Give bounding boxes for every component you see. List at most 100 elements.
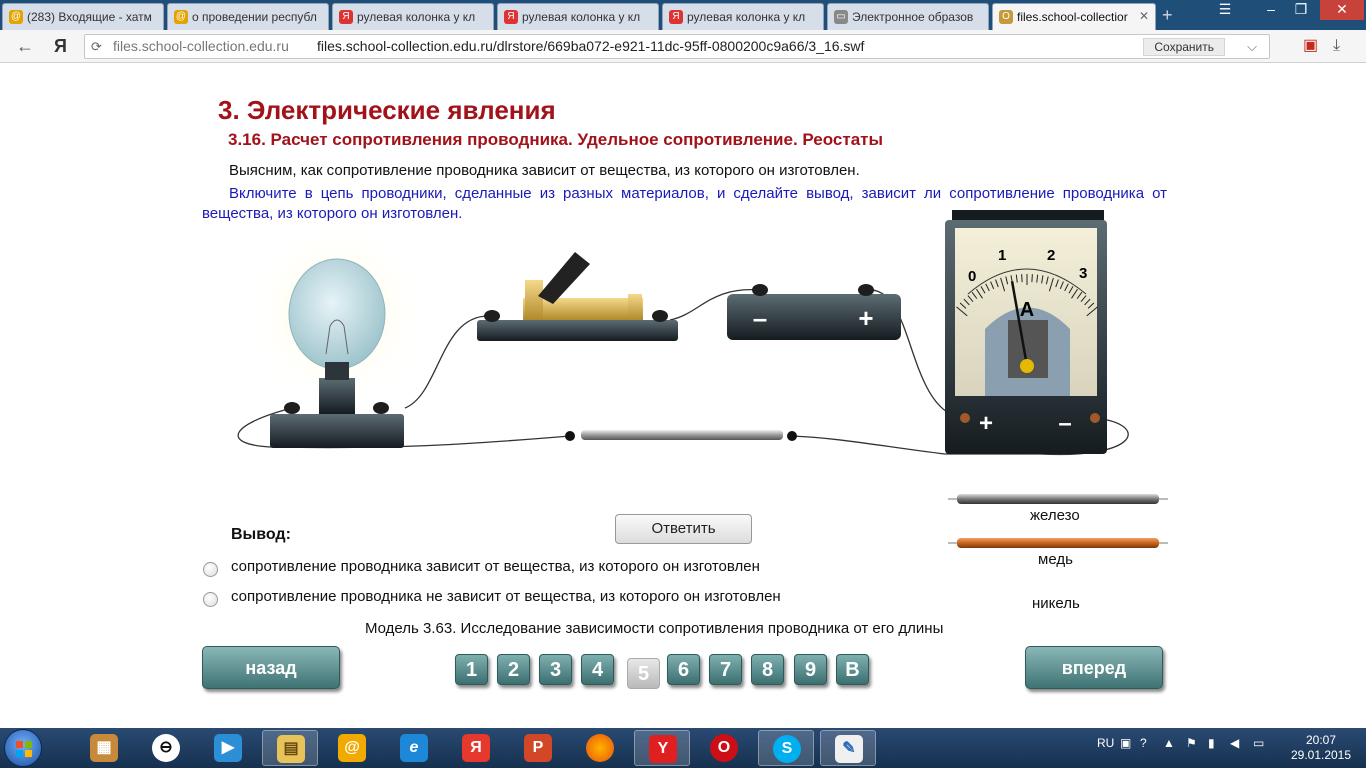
iron-rod[interactable] xyxy=(957,494,1159,504)
tab-label: Электронное образов xyxy=(852,10,974,24)
page-icon: ▭ xyxy=(834,10,848,24)
yandex-browser-icon: Y xyxy=(649,735,677,763)
chevron-down-icon[interactable]: ⌵ xyxy=(1247,35,1257,58)
arrow-left-icon[interactable]: ← xyxy=(16,36,34,56)
page-button-6[interactable]: 6 xyxy=(667,654,700,685)
back-button[interactable]: назад xyxy=(202,646,340,689)
tab-label: (283) Входящие - хатм xyxy=(27,10,152,24)
flag-icon[interactable]: ⚑ xyxy=(1186,736,1197,750)
terminal xyxy=(484,310,500,322)
volume-icon[interactable]: ◀ xyxy=(1230,736,1239,750)
copper-rod[interactable] xyxy=(957,538,1159,548)
radio-depends[interactable] xyxy=(203,562,218,577)
menu-button[interactable]: ☰ xyxy=(1210,0,1240,20)
tab-electronic[interactable]: ▭ Электронное образов xyxy=(827,3,989,30)
help-icon[interactable]: ? xyxy=(1140,736,1147,750)
switch-handle[interactable] xyxy=(538,252,590,304)
tab-inbox[interactable]: @ (283) Входящие - хатм xyxy=(2,3,164,30)
yandex-icon: Я xyxy=(339,10,353,24)
bulb-stand xyxy=(270,414,404,448)
mail-icon: @ xyxy=(338,734,366,762)
close-window-button[interactable]: ✕ xyxy=(1320,0,1364,20)
taskbar-yandex-browser[interactable]: Y xyxy=(634,730,690,766)
knife-switch[interactable] xyxy=(477,252,678,341)
conclusion-label: Вывод: xyxy=(231,526,291,543)
tab-steering-3[interactable]: Ярулевая колонка у кл xyxy=(662,3,824,30)
taskbar-opera[interactable]: O xyxy=(696,730,752,766)
reload-icon[interactable]: ⟳ xyxy=(91,35,102,58)
page-button-4[interactable]: 4 xyxy=(581,654,614,685)
taskbar-paint[interactable]: ✎ xyxy=(820,730,876,766)
model-caption: Модель 3.63. Исследование зависимости со… xyxy=(365,620,944,637)
taskbar-media-player[interactable]: ▶ xyxy=(200,730,256,766)
scale-label: 3 xyxy=(1079,265,1087,282)
sample-copper[interactable] xyxy=(948,538,1168,548)
material-label-copper: медь xyxy=(1038,551,1073,568)
clock-time: 20:07 xyxy=(1305,733,1337,747)
language-indicator[interactable]: RU xyxy=(1097,736,1114,750)
yandex-icon: Я xyxy=(669,10,683,24)
taskbar-opera-o[interactable]: ⊖ xyxy=(138,730,194,766)
taskbar-skype[interactable]: S xyxy=(758,730,814,766)
taskbar-powerpoint[interactable]: P xyxy=(510,730,566,766)
page-button-3[interactable]: 3 xyxy=(539,654,572,685)
archive-icon: ▦ xyxy=(90,734,118,762)
windows-taskbar: ▦ ⊖ ▶ ▤ @ e Я P Y O S ✎ RU ▣ ? ▲ ⚑ ▮ ◀ ▭… xyxy=(0,728,1366,768)
minimize-button[interactable]: – xyxy=(1256,0,1286,20)
page-button-1[interactable]: 1 xyxy=(455,654,488,685)
network-icon[interactable]: ▮ xyxy=(1208,736,1215,750)
pdf-icon[interactable]: ▣ xyxy=(1303,36,1318,56)
taskbar-firefox[interactable] xyxy=(572,730,628,766)
tab-republic[interactable]: @ о проведении республ xyxy=(167,3,329,30)
page-button-8[interactable]: 8 xyxy=(751,654,784,685)
url-field[interactable]: ⟳ files.school-collection.edu.ru files.s… xyxy=(84,34,1270,59)
firefox-icon xyxy=(586,734,614,762)
battery: – + xyxy=(727,284,901,340)
page-button-2[interactable]: 2 xyxy=(497,654,530,685)
taskbar-ie[interactable]: e xyxy=(386,730,442,766)
yandex-logo[interactable]: Я xyxy=(54,36,67,56)
radio-not-depends[interactable] xyxy=(203,592,218,607)
needle-pivot xyxy=(1020,359,1034,373)
inserted-conductor[interactable] xyxy=(565,430,797,441)
display-icon[interactable]: ▭ xyxy=(1253,736,1264,750)
material-label-iron: железо xyxy=(1030,507,1080,524)
site-icon: O xyxy=(999,10,1013,24)
windows-logo-icon xyxy=(16,741,32,757)
save-page-button[interactable]: Сохранить xyxy=(1143,38,1225,56)
page-button-v[interactable]: В xyxy=(836,654,869,685)
page-button-9[interactable]: 9 xyxy=(794,654,827,685)
switch-contact xyxy=(628,294,642,320)
start-button[interactable] xyxy=(4,729,42,767)
taskbar-yandex[interactable]: Я xyxy=(448,730,504,766)
url-domain: files.school-collection.edu.ru xyxy=(113,38,289,54)
page-button-7[interactable]: 7 xyxy=(709,654,742,685)
tab-steering-2[interactable]: Ярулевая колонка у кл xyxy=(497,3,659,30)
system-clock[interactable]: 20:07 29.01.2015 xyxy=(1288,733,1354,763)
close-tab-icon[interactable]: ✕ xyxy=(1139,9,1149,23)
chevron-up-icon[interactable]: ▲ xyxy=(1163,736,1175,750)
taskbar-explorer[interactable]: ▤ xyxy=(262,730,318,766)
pdf-tray-icon[interactable]: ▣ xyxy=(1120,736,1131,750)
tab-school-collection[interactable]: Ofiles.school-collectior ✕ xyxy=(992,3,1156,30)
sample-iron[interactable] xyxy=(948,494,1168,504)
address-bar: ← Я ⟳ files.school-collection.edu.ru fil… xyxy=(0,30,1366,63)
tab-label: рулевая колонка у кл xyxy=(687,10,806,24)
forward-button[interactable]: вперед xyxy=(1025,646,1163,689)
terminal xyxy=(1090,413,1100,423)
scale-label: 0 xyxy=(968,268,976,285)
flash-content: 3. Электрические явления 3.16. Расчет со… xyxy=(0,64,1366,728)
maximize-button[interactable]: ❐ xyxy=(1286,0,1316,20)
tab-steering-1[interactable]: Ярулевая колонка у кл xyxy=(332,3,494,30)
new-tab-button[interactable]: + xyxy=(1162,5,1173,26)
download-icon[interactable]: ⤓ xyxy=(1333,36,1340,56)
conductor-rod[interactable] xyxy=(581,430,783,440)
taskbar-archive[interactable]: ▦ xyxy=(76,730,132,766)
yandex-icon: Я xyxy=(462,734,490,762)
option-text: сопротивление проводника не зависит от в… xyxy=(231,588,781,605)
ie-icon: e xyxy=(400,734,428,762)
scale-label: 2 xyxy=(1047,247,1055,264)
terminal xyxy=(752,284,768,296)
answer-button[interactable]: Ответить xyxy=(615,514,752,544)
taskbar-mail[interactable]: @ xyxy=(324,730,380,766)
